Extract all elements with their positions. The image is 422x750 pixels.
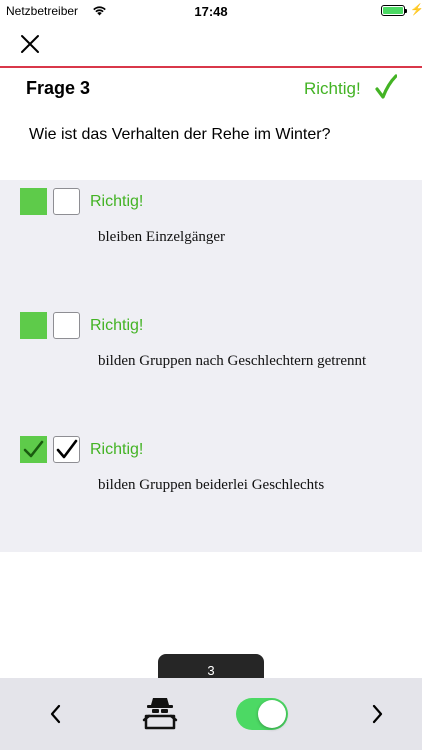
question-text: Wie ist das Verhalten der Rehe im Winter… <box>29 126 331 143</box>
answer-item: Richtig! bleiben Einzelgänger <box>0 188 422 298</box>
toggle-knob <box>258 700 286 728</box>
question-result: Richtig! <box>304 79 361 98</box>
examiner-icon[interactable] <box>142 696 178 730</box>
status-time: 17:48 <box>194 4 228 19</box>
answer-checkbox[interactable] <box>53 188 80 215</box>
battery-tip <box>405 9 407 13</box>
question-header: Frage 3 Richtig! Wie ist das Verhalten d… <box>0 68 422 178</box>
answer-checkbox[interactable] <box>53 312 80 339</box>
question-number: Frage 3 <box>26 78 91 98</box>
answer-item: Richtig! bilden Gruppen nach Geschlechte… <box>0 312 422 422</box>
solution-indicator <box>20 188 47 215</box>
solution-indicator <box>20 436 47 463</box>
answer-list: Richtig! bleiben Einzelgänger Richtig! b… <box>0 180 422 552</box>
status-bar: Netzbetreiber 17:48 ⚡ <box>0 0 422 22</box>
nav-bar <box>0 22 422 68</box>
solution-indicator <box>20 312 47 339</box>
answer-text: bilden Gruppen beiderlei Geschlechts <box>98 477 325 493</box>
close-icon[interactable] <box>18 32 42 56</box>
answer-text: bilden Gruppen nach Geschlechtern getren… <box>98 353 367 369</box>
answer-verdict: Richtig! <box>90 317 144 334</box>
answer-verdict: Richtig! <box>90 193 144 210</box>
chevron-right-icon[interactable] <box>366 702 388 726</box>
answer-text: bleiben Einzelgänger <box>98 229 226 245</box>
answer-verdict: Richtig! <box>90 441 144 458</box>
charging-bolt-icon: ⚡ <box>410 4 422 16</box>
chevron-left-icon[interactable] <box>45 702 67 726</box>
checkmark-icon <box>56 439 78 459</box>
answer-checkbox[interactable] <box>53 436 80 463</box>
battery-fill <box>383 7 403 14</box>
bottom-toolbar <box>0 678 422 750</box>
battery-icon <box>381 5 407 16</box>
mode-toggle[interactable] <box>236 698 288 730</box>
answer-item: Richtig! bilden Gruppen beiderlei Geschl… <box>0 436 422 546</box>
checkmark-icon <box>375 74 397 99</box>
checkmark-icon <box>23 440 44 458</box>
